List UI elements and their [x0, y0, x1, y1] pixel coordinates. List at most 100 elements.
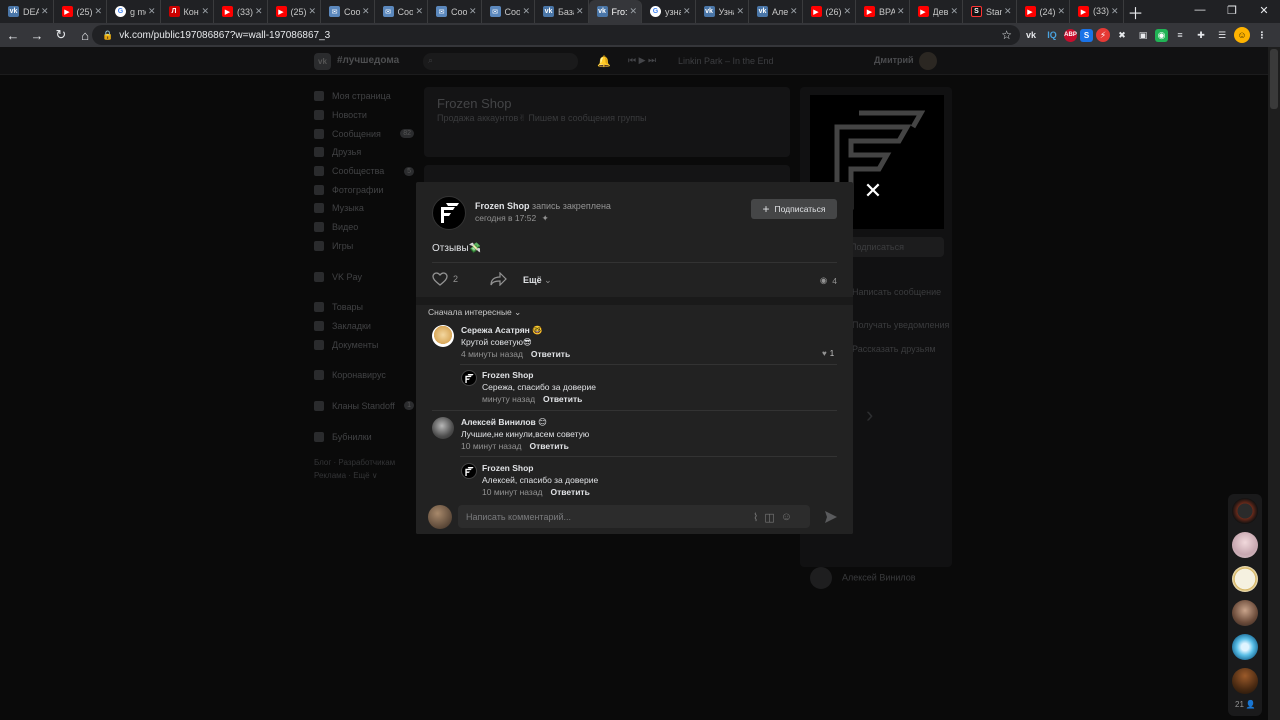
tab-close-icon[interactable]: ✕: [1057, 6, 1065, 17]
tab-close-icon[interactable]: ✕: [308, 6, 316, 17]
tab-close-icon[interactable]: ✕: [201, 6, 209, 17]
browser-tab[interactable]: ✉Сообщ✕: [482, 0, 535, 23]
reply-button[interactable]: Ответить: [530, 441, 569, 451]
tab-close-icon[interactable]: ✕: [469, 6, 477, 17]
sidebar-item[interactable]: VK Pay: [314, 267, 414, 286]
close-window-icon[interactable]: ✕: [1248, 0, 1280, 20]
address-bar[interactable]: 🔒 vk.com/public197086867?w=wall-19708686…: [92, 25, 1020, 45]
browser-tab[interactable]: vkУзнать✕: [696, 0, 749, 23]
browser-tab[interactable]: ▶ ВРАНЬ✕: [856, 0, 910, 23]
bell-icon[interactable]: 🔔: [597, 55, 611, 68]
browser-tab[interactable]: ▶ (33) ✅✕: [1070, 0, 1124, 23]
x-ext-icon[interactable]: ✖: [1113, 26, 1131, 44]
tab-close-icon[interactable]: ✕: [897, 6, 905, 17]
sidebar-item[interactable]: Игры: [314, 237, 414, 256]
sidebar-item[interactable]: Кланы Standoff 1: [314, 397, 414, 416]
comment-author[interactable]: Frozen Shop: [482, 463, 533, 473]
new-tab-button[interactable]: ＋: [1124, 0, 1148, 23]
queue-icon[interactable]: ☰: [1213, 26, 1231, 44]
dark-avatar[interactable]: [1232, 668, 1258, 694]
browser-tab[interactable]: ✉Сообщ✕: [375, 0, 428, 23]
s-ext-icon[interactable]: S: [1080, 28, 1093, 42]
abp-icon[interactable]: ABP: [1064, 28, 1077, 42]
sidebar-item[interactable]: Сообщения 82: [314, 124, 414, 143]
browser-tab[interactable]: vk База м✕: [535, 0, 589, 23]
logo-avatar[interactable]: [1232, 566, 1258, 592]
browser-tab[interactable]: ▶(24) Бэ✕: [1017, 0, 1070, 23]
browser-tab[interactable]: ЛКонтро✕: [161, 0, 214, 23]
avatar[interactable]: [919, 52, 937, 70]
man-avatar[interactable]: [1232, 600, 1258, 626]
back-icon[interactable]: ←: [2, 24, 24, 46]
right-link-share[interactable]: Рассказать друзьям: [852, 344, 936, 354]
emoji-icon[interactable]: ☺: [781, 511, 792, 524]
page-scrollbar[interactable]: [1268, 47, 1280, 720]
bookmark-star-icon[interactable]: ☆: [1001, 28, 1012, 42]
tab-close-icon[interactable]: ✕: [736, 6, 744, 17]
vk-ext-icon[interactable]: vk: [1022, 26, 1040, 44]
scrollbar-thumb[interactable]: [1270, 49, 1278, 109]
globe-avatar[interactable]: [1232, 634, 1258, 660]
browser-tab[interactable]: ▶(25) GC✕: [268, 0, 321, 23]
reply-button[interactable]: Ответить: [551, 487, 590, 497]
browser-tab[interactable]: ✉Сообщ✕: [428, 0, 482, 23]
browser-tab[interactable]: ✉Сообщ✕: [321, 0, 375, 23]
avatar[interactable]: [461, 370, 477, 386]
lens-ext-icon[interactable]: ◉: [1155, 28, 1168, 42]
tab-close-icon[interactable]: ✕: [255, 6, 263, 17]
tab-close-icon[interactable]: ✕: [790, 6, 798, 17]
lock-ext-icon[interactable]: ▣: [1134, 26, 1152, 44]
browser-tab[interactable]: vk Fro: ✕: [588, 0, 642, 23]
reply-button[interactable]: Ответить: [531, 349, 570, 359]
sidebar-item[interactable]: Моя страница: [314, 87, 414, 106]
share-button[interactable]: [490, 271, 507, 291]
tab-close-icon[interactable]: ✕: [843, 6, 851, 17]
tab-close-icon[interactable]: ✕: [1111, 6, 1119, 17]
profile-avatar-icon[interactable]: ☺: [1234, 27, 1250, 43]
forward-icon[interactable]: →: [26, 24, 48, 46]
sidebar-item[interactable]: Коронавирус: [314, 366, 414, 385]
sidebar-item[interactable]: Товары: [314, 298, 414, 317]
subscribe-button[interactable]: + Подписаться: [751, 199, 837, 219]
more-button[interactable]: Ещё ⌄: [523, 275, 552, 286]
sidebar-item[interactable]: Закладки: [314, 317, 414, 336]
flash-icon[interactable]: ⚡: [1096, 28, 1110, 42]
playlist-icon[interactable]: ≡: [1171, 26, 1189, 44]
sidebar-item[interactable]: Сообщества 5: [314, 162, 414, 181]
group-avatar[interactable]: [432, 196, 466, 230]
avatar[interactable]: [432, 417, 454, 439]
comment-time[interactable]: 4 минуты назад: [461, 349, 523, 359]
comment-author[interactable]: Алексей Винилов 😊: [461, 417, 547, 428]
tab-close-icon[interactable]: ✕: [629, 6, 637, 17]
online-count[interactable]: 21 👤: [1235, 700, 1256, 709]
vk-logo-icon[interactable]: vk: [314, 53, 331, 70]
intel-avatar[interactable]: [1232, 498, 1258, 524]
tab-close-icon[interactable]: ✕: [1004, 6, 1012, 17]
lock-icon[interactable]: 🔒: [102, 30, 113, 41]
browser-tab[interactable]: S Standc✕: [963, 0, 1017, 23]
minimize-icon[interactable]: —: [1184, 0, 1216, 20]
post-author[interactable]: Frozen Shop: [475, 201, 530, 211]
vk-user-name[interactable]: Дмитрий: [874, 55, 914, 65]
attach-icon[interactable]: ⌇: [753, 511, 758, 524]
browser-tab[interactable]: vk Алексе✕: [749, 0, 803, 23]
browser-tab[interactable]: ▶(25) Вы✕: [54, 0, 107, 23]
camera-icon[interactable]: ◫: [764, 511, 774, 524]
comment-time[interactable]: минуту назад: [482, 394, 535, 404]
puzzle-icon[interactable]: ✚: [1192, 26, 1210, 44]
sidebar-item[interactable]: Документы: [314, 335, 414, 354]
comment-time[interactable]: 10 минут назад: [461, 441, 522, 451]
reply-button[interactable]: Ответить: [543, 394, 582, 404]
sidebar-item[interactable]: Друзья: [314, 143, 414, 162]
avatar[interactable]: [428, 505, 452, 529]
comment-author[interactable]: Сережа Асатрян 🤓: [461, 325, 543, 336]
browser-tab[interactable]: ▶ (33) VT✕: [214, 0, 268, 23]
sidebar-item[interactable]: Видео: [314, 218, 414, 237]
avatar[interactable]: [461, 463, 477, 479]
sidebar-item[interactable]: Фотографии: [314, 180, 414, 199]
tab-close-icon[interactable]: ✕: [576, 6, 584, 17]
avatar[interactable]: [432, 325, 454, 347]
tab-close-icon[interactable]: ✕: [41, 6, 49, 17]
tab-close-icon[interactable]: ✕: [415, 6, 423, 17]
close-modal-icon[interactable]: ✕: [862, 180, 884, 202]
